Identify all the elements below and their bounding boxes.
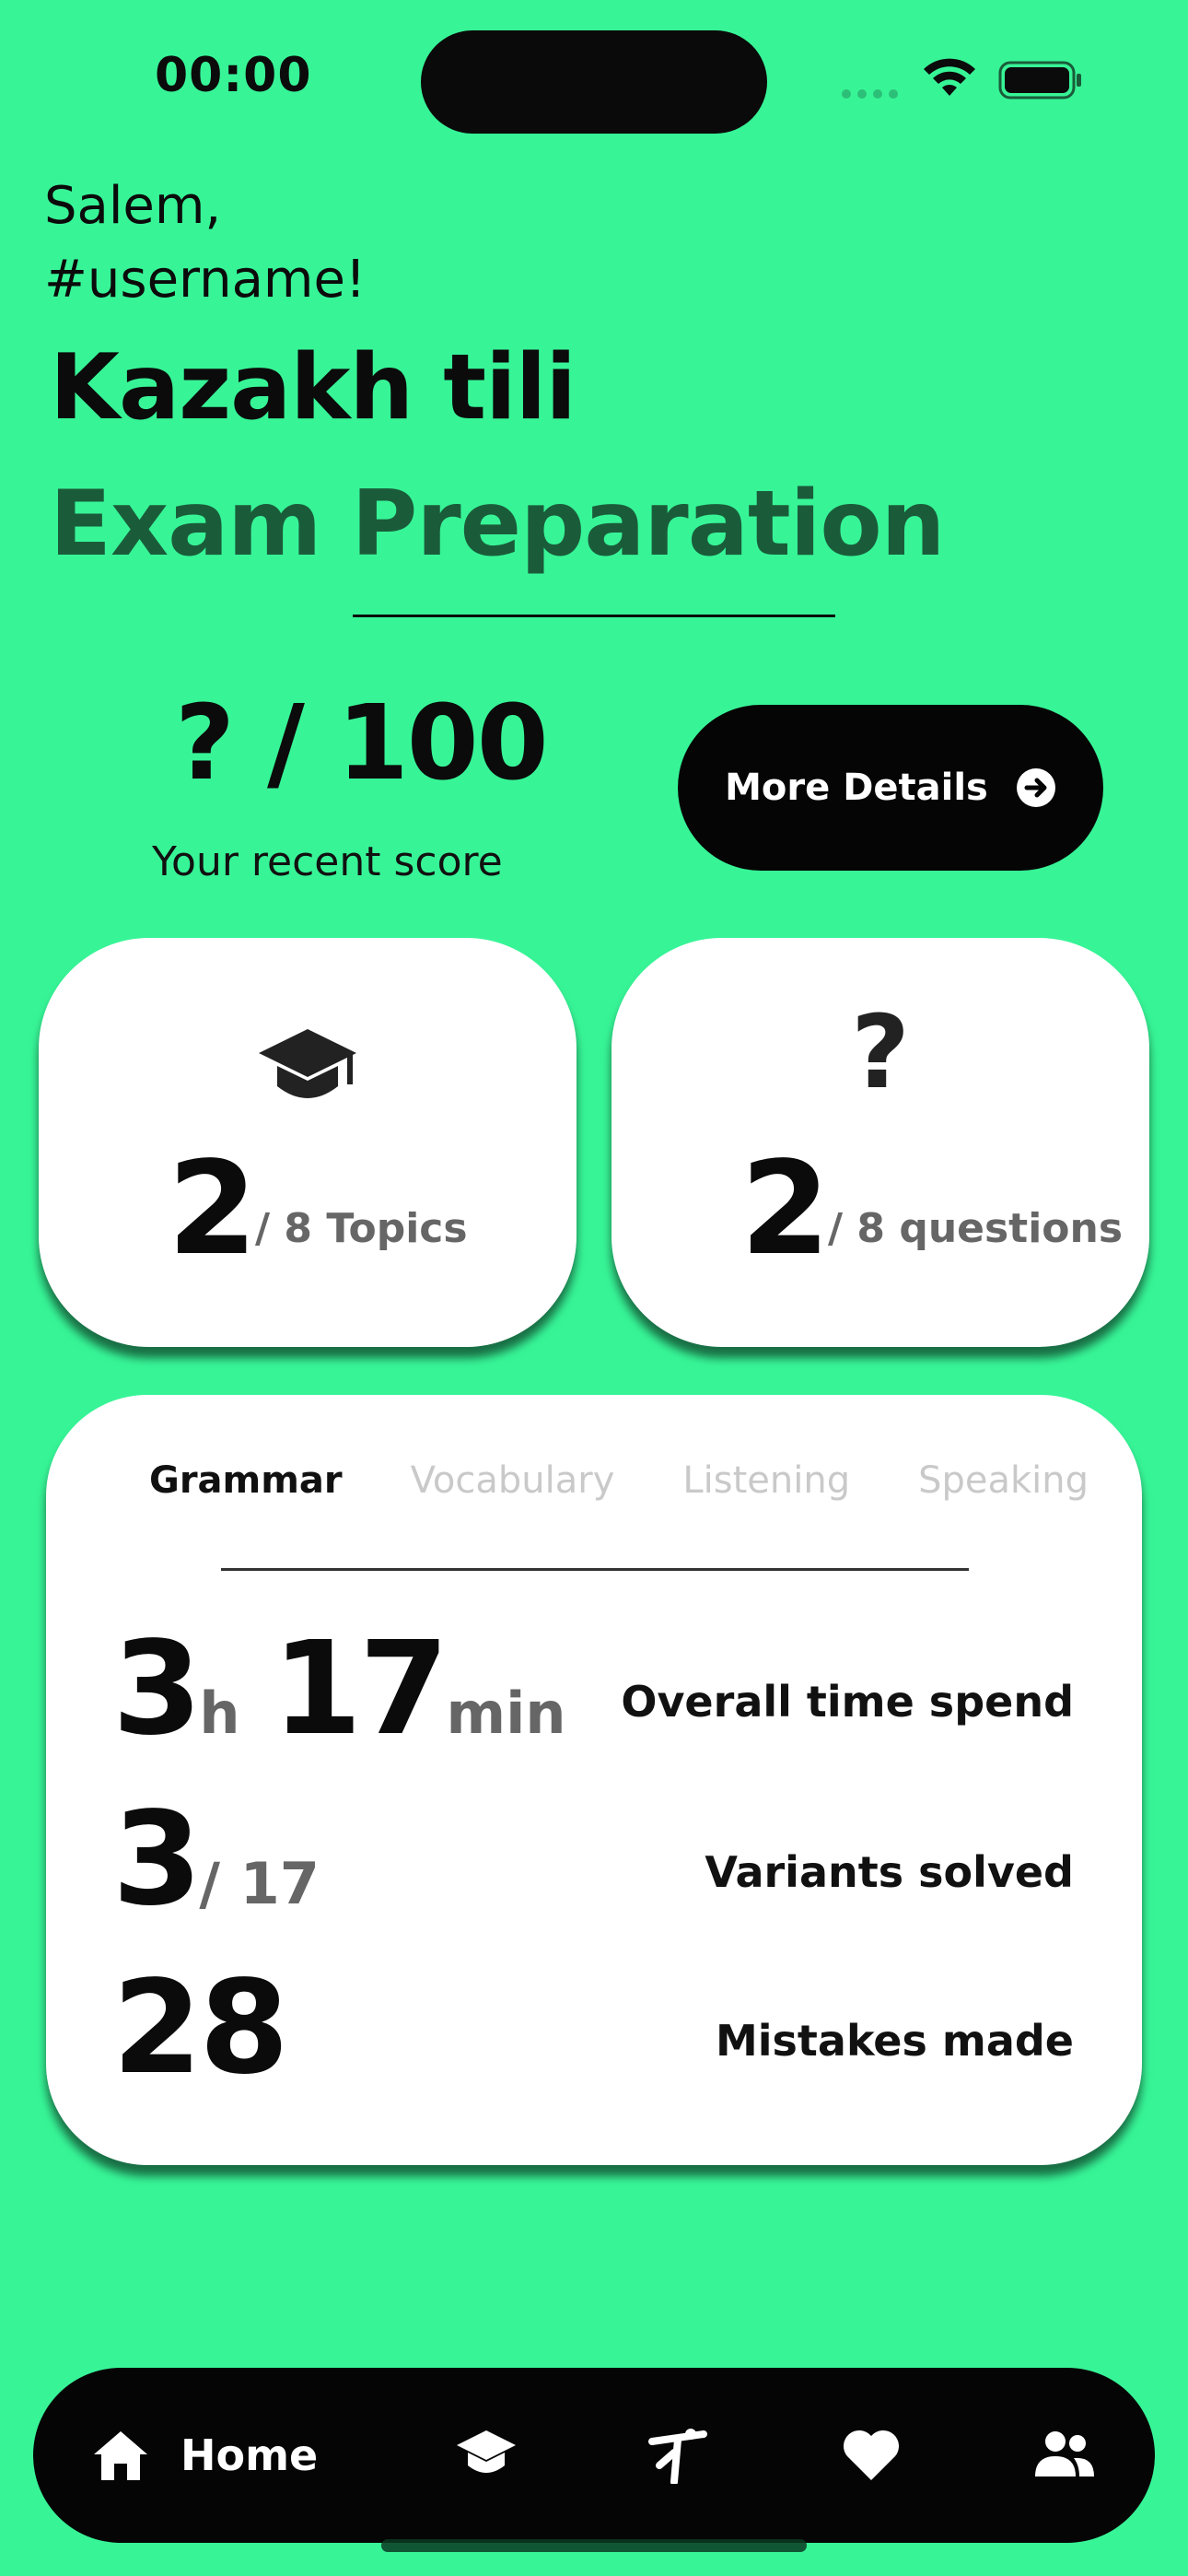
tabs-divider — [221, 1568, 969, 1571]
greeting: Salem, #username! — [44, 170, 366, 317]
page-title: Kazakh tili — [50, 335, 577, 440]
questions-count: 2 — [740, 1134, 831, 1284]
time-spent-row: 3h 17min Overall time spend — [112, 1625, 1074, 1754]
mistakes-row: 28 Mistakes made — [112, 1964, 1074, 2093]
hours-unit: h — [199, 1680, 240, 1747]
graduation-cap-icon — [259, 1029, 356, 1098]
score-value: ? — [175, 684, 235, 803]
status-time: 00:00 — [155, 48, 312, 103]
minutes-value: 17 — [272, 1614, 449, 1764]
topics-count: 2 — [168, 1134, 258, 1284]
nav-home-label: Home — [181, 2430, 319, 2480]
tab-vocabulary[interactable]: Vocabulary — [411, 1459, 615, 1502]
stats-tabs: Grammar Vocabulary Listening Speaking — [149, 1459, 1157, 1502]
questions-label: / 8 questions — [828, 1205, 1124, 1252]
page-subtitle: Exam Preparation — [50, 472, 945, 577]
people-icon[interactable] — [1033, 2425, 1096, 2484]
bottom-nav: Home — [33, 2368, 1155, 2543]
graduation-cap-icon[interactable] — [455, 2425, 518, 2484]
more-details-label: More Details — [725, 767, 988, 809]
topics-label: / 8 Topics — [255, 1205, 468, 1252]
stats-panel: Grammar Vocabulary Listening Speaking 3h… — [46, 1395, 1142, 2165]
home-indicator — [381, 2539, 807, 2552]
arrow-right-circle-icon — [1016, 768, 1055, 807]
more-details-button[interactable]: More Details — [678, 705, 1103, 871]
signal-dots-icon — [842, 85, 904, 99]
tab-grammar[interactable]: Grammar — [149, 1459, 343, 1502]
score-caption: Your recent score — [152, 838, 503, 885]
battery-icon — [998, 61, 1081, 100]
home-icon — [94, 2431, 147, 2480]
greeting-salutation: Salem, — [44, 176, 222, 236]
hours-value: 3 — [112, 1614, 202, 1764]
wifi-icon — [924, 58, 975, 96]
variants-value: 3/ 17 — [112, 1796, 320, 1925]
heart-icon[interactable] — [840, 2425, 903, 2484]
question-mark-icon: ? — [851, 993, 910, 1111]
score-total: / 100 — [266, 684, 549, 803]
minutes-unit: min — [446, 1680, 566, 1747]
recent-score: ? / 100 — [175, 684, 549, 803]
variants-total: / 17 — [199, 1850, 320, 1917]
greeting-username: #username! — [44, 250, 367, 310]
time-spent-value: 3h 17min — [112, 1625, 565, 1754]
tab-listening[interactable]: Listening — [682, 1459, 850, 1502]
variants-solved: 3 — [112, 1785, 202, 1935]
topics-card[interactable]: 2 / 8 Topics — [39, 938, 577, 1347]
questions-card[interactable]: ? 2 / 8 questions — [611, 938, 1149, 1347]
time-spent-label: Overall time spend — [621, 1677, 1074, 1727]
tab-speaking[interactable]: Speaking — [918, 1459, 1089, 1502]
title-divider — [353, 615, 835, 617]
mistakes-label: Mistakes made — [715, 2016, 1074, 2066]
dynamic-island — [421, 30, 767, 134]
variants-row: 3/ 17 Variants solved — [112, 1796, 1074, 1925]
mistakes-value: 28 — [112, 1953, 289, 2103]
variants-label: Variants solved — [705, 1847, 1074, 1897]
nav-item-home[interactable]: Home — [92, 2368, 318, 2543]
figure-exercise-icon[interactable] — [646, 2425, 709, 2484]
